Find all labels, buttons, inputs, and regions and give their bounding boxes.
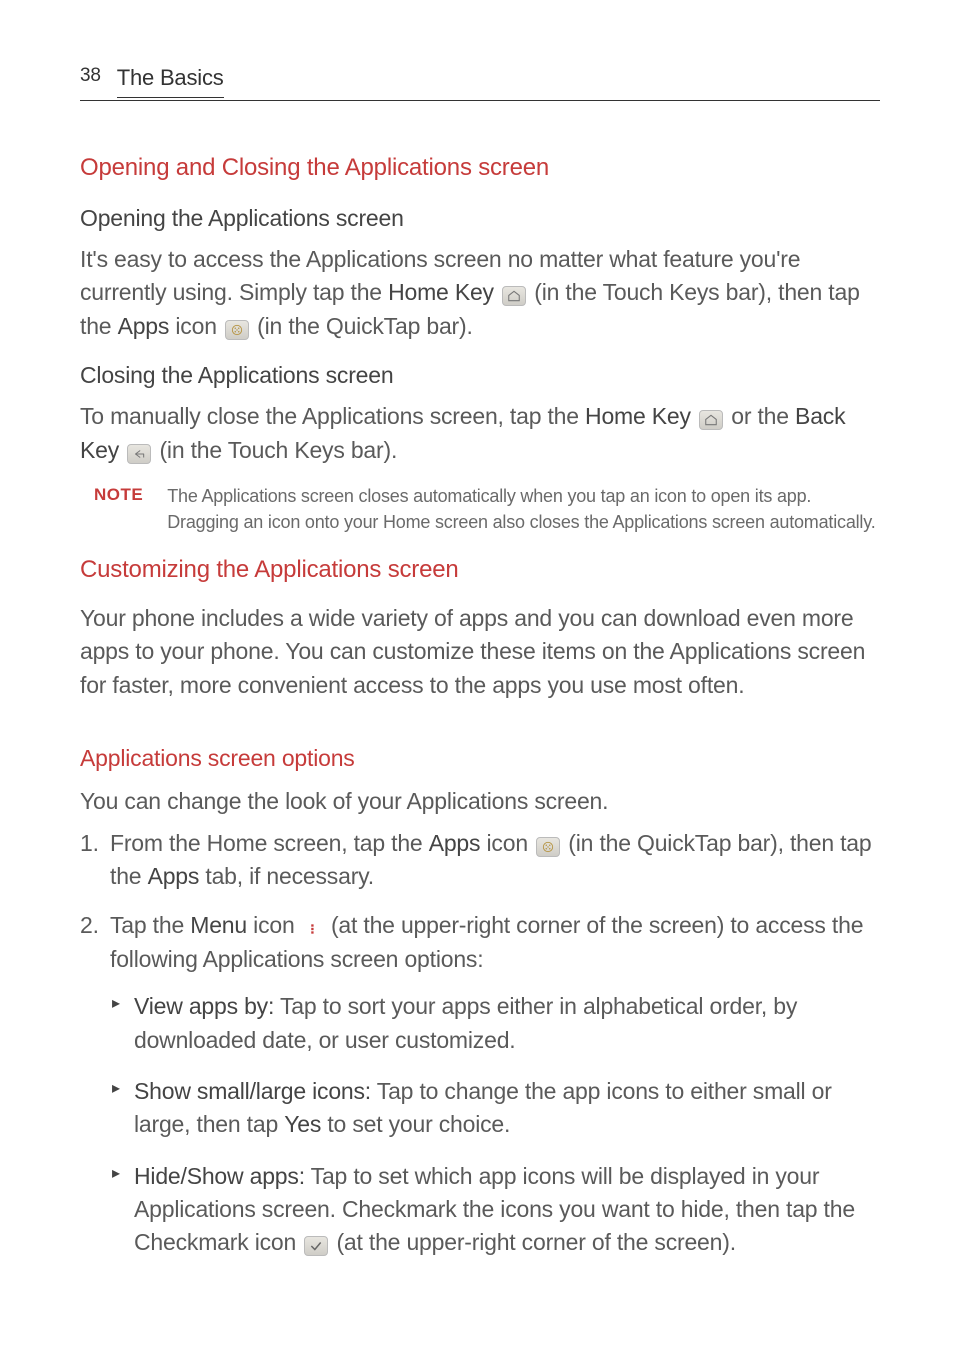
step-1: From the Home screen, tap the Apps icon … — [80, 827, 880, 894]
text: From the Home screen, tap the — [110, 830, 429, 856]
bullet-view-apps-by: View apps by: Tap to sort your apps eith… — [110, 990, 880, 1057]
back-icon — [127, 444, 151, 464]
menu-label: Menu — [190, 912, 247, 938]
text: tab, if necessary. — [199, 863, 374, 889]
apps-label: Apps — [118, 313, 170, 339]
text: or the — [731, 403, 795, 429]
text: (in the Touch Keys bar). — [159, 437, 397, 463]
menu-icon — [303, 919, 323, 939]
paragraph-customizing: Your phone includes a wide variety of ap… — [80, 602, 880, 702]
heading-options: Applications screen options — [80, 742, 880, 775]
note-label: NOTE — [94, 483, 143, 535]
home-icon — [502, 286, 526, 306]
text: (in the QuickTap bar). — [251, 313, 473, 339]
steps-list: From the Home screen, tap the Apps icon … — [80, 827, 880, 1260]
bullet-text: to set your choice. — [321, 1111, 510, 1137]
options-bullets: View apps by: Tap to sort your apps eith… — [110, 990, 880, 1259]
page-number: 38 — [80, 62, 101, 90]
apps-label: Apps — [148, 863, 200, 889]
bullet-show-icons: Show small/large icons: Tap to change th… — [110, 1075, 880, 1142]
bullet-hide-show: Hide/Show apps: Tap to set which app ico… — [110, 1160, 880, 1260]
section-title: The Basics — [117, 62, 224, 98]
home-key-label: Home Key — [585, 403, 691, 429]
heading-opening: Opening the Applications screen — [80, 202, 880, 235]
bullet-label: Show small/large icons: — [134, 1078, 371, 1104]
home-icon — [699, 410, 723, 430]
text: icon — [169, 313, 223, 339]
checkmark-icon — [304, 1236, 328, 1256]
text: Tap the — [110, 912, 190, 938]
page-header: 38 The Basics — [80, 58, 880, 101]
step-2: Tap the Menu icon (at the upper-right co… — [80, 909, 880, 1259]
text: icon — [247, 912, 301, 938]
paragraph-options-intro: You can change the look of your Applicat… — [80, 785, 880, 818]
paragraph-closing: To manually close the Applications scree… — [80, 400, 880, 467]
heading-customizing: Customizing the Applications screen — [80, 553, 880, 588]
home-key-label: Home Key — [388, 279, 494, 305]
apps-icon — [536, 837, 560, 857]
text: To manually close the Applications scree… — [80, 403, 585, 429]
apps-label: Apps — [429, 830, 481, 856]
yes-label: Yes — [284, 1111, 321, 1137]
apps-icon — [225, 320, 249, 340]
bullet-label: View apps by: — [134, 993, 274, 1019]
heading-opening-closing: Opening and Closing the Applications scr… — [80, 151, 880, 186]
bullet-text: (at the upper-right corner of the screen… — [330, 1229, 736, 1255]
note-callout: NOTE The Applications screen closes auto… — [94, 483, 880, 535]
text: icon — [480, 830, 534, 856]
note-text: The Applications screen closes automatic… — [167, 483, 880, 535]
bullet-label: Hide/Show apps: — [134, 1163, 305, 1189]
heading-closing: Closing the Applications screen — [80, 359, 880, 392]
paragraph-opening: It's easy to access the Applications scr… — [80, 243, 880, 343]
